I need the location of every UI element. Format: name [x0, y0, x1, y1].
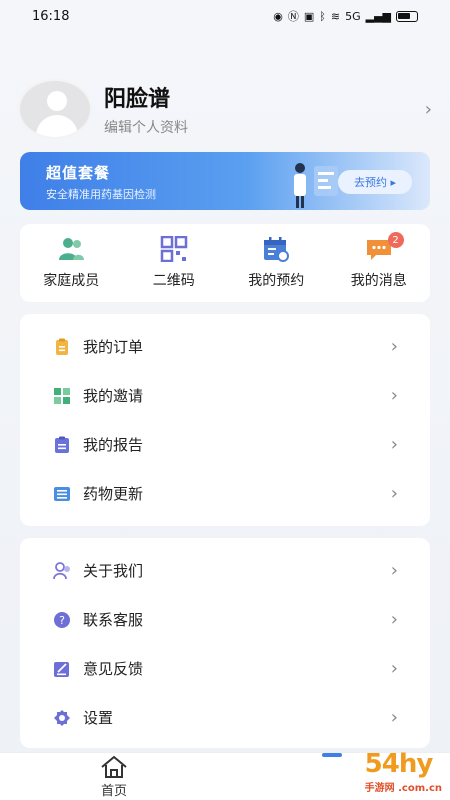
invite-icon: [54, 387, 70, 404]
network-type: 5G: [345, 9, 361, 23]
medicine-icon: [54, 486, 70, 501]
quick-actions: 家庭成员 二维码 我的预约 2 我的消息: [20, 224, 430, 302]
svg-text:?: ?: [59, 614, 65, 627]
menu-card-services: 我的订单 › 我的邀请 › 我的报告 › 药物更新 ›: [20, 314, 430, 526]
menu-item-settings[interactable]: 设置 ›: [20, 693, 430, 742]
profile-header[interactable]: 阳脸谱 编辑个人资料 ›: [18, 78, 432, 140]
menu-item-label: 我的订单: [83, 338, 144, 356]
watermark-text: 54hy: [364, 749, 434, 779]
settings-icon: [54, 709, 70, 726]
nfc-icon: Ⓝ: [287, 10, 299, 23]
chevron-right-icon: ›: [390, 483, 398, 504]
menu-item-feedback[interactable]: 意见反馈 ›: [20, 644, 430, 693]
chevron-right-icon: ›: [424, 98, 432, 120]
family-icon: [59, 238, 85, 260]
chevron-right-icon: ›: [390, 560, 398, 581]
avatar[interactable]: [18, 79, 92, 139]
edit-profile-link[interactable]: 编辑个人资料: [104, 117, 425, 137]
doctor-illustration-icon: [294, 163, 338, 208]
status-time: 16:18: [32, 8, 70, 24]
bluetooth-icon: ᛒ: [319, 9, 326, 23]
quick-label: 二维码: [152, 273, 195, 289]
menu-item-invitations[interactable]: 我的邀请 ›: [20, 371, 430, 420]
unread-badge: 2: [387, 232, 404, 248]
chevron-right-icon: ›: [390, 609, 398, 630]
menu-item-drug-updates[interactable]: 药物更新 ›: [20, 469, 430, 518]
order-icon: [56, 338, 68, 355]
qrcode-icon: [160, 236, 187, 262]
promo-banner[interactable]: 超值套餐 安全精准用药基因检测 去预约 ▸: [20, 152, 430, 210]
chevron-right-icon: ›: [390, 434, 398, 455]
service-icon: ?: [54, 611, 70, 628]
signal-icon: ▂▄▆: [365, 9, 391, 23]
nav-home-label: 首页: [100, 784, 127, 799]
battery-icon: [396, 10, 418, 22]
chevron-right-icon: ›: [390, 707, 398, 728]
nav-home[interactable]: 首页: [92, 755, 136, 799]
wifi-icon: ≋: [330, 9, 341, 23]
profile-name: 阳脸谱: [104, 87, 171, 112]
banner-title: 超值套餐: [46, 164, 111, 182]
about-icon: [53, 561, 70, 579]
quick-item-appointments[interactable]: 我的预约: [225, 224, 328, 302]
menu-item-label: 关于我们: [83, 562, 144, 580]
menu-item-about[interactable]: 关于我们 ›: [20, 546, 430, 595]
eye-icon: ◉: [273, 9, 283, 23]
chevron-right-icon: ›: [390, 385, 398, 406]
menu-item-label: 联系客服: [83, 611, 144, 629]
banner-subtitle: 安全精准用药基因检测: [46, 188, 156, 201]
vibrate-icon: ▣: [303, 9, 315, 23]
menu-item-reports[interactable]: 我的报告 ›: [20, 420, 430, 469]
menu-item-label: 意见反馈: [83, 660, 144, 678]
quick-label: 家庭成员: [43, 273, 100, 289]
quick-item-messages[interactable]: 2 我的消息: [328, 224, 431, 302]
watermark-sub: 手游网 .com.cn: [364, 783, 442, 794]
quick-label: 我的预约: [248, 273, 305, 289]
report-icon: [55, 436, 69, 453]
quick-item-family[interactable]: 家庭成员: [20, 224, 123, 302]
menu-card-support: 关于我们 › ? 联系客服 › 意见反馈 › 设置 ›: [20, 538, 430, 748]
nav-mine-indicator: [322, 753, 342, 757]
menu-item-label: 设置: [83, 709, 114, 727]
home-icon: [101, 755, 127, 778]
chevron-right-icon: ›: [390, 336, 398, 357]
menu-item-customer-service[interactable]: ? 联系客服 ›: [20, 595, 430, 644]
status-bar: 16:18 ◉ Ⓝ ▣ ᛒ ≋ 5G ▂▄▆: [0, 0, 450, 32]
quick-label: 我的消息: [350, 273, 407, 289]
chevron-right-icon: ›: [390, 658, 398, 679]
menu-item-label: 药物更新: [83, 485, 144, 503]
bottom-nav: 首页 54hy 手游网 .com.cn: [0, 749, 450, 800]
watermark-logo: 54hy 手游网 .com.cn: [365, 749, 442, 794]
quick-item-qrcode[interactable]: 二维码: [123, 224, 226, 302]
status-icons: ◉ Ⓝ ▣ ᛒ ≋ 5G ▂▄▆: [273, 8, 418, 24]
calendar-icon: [264, 237, 290, 262]
book-now-button[interactable]: 去预约 ▸: [338, 170, 412, 194]
feedback-icon: [54, 661, 69, 677]
menu-item-label: 我的邀请: [83, 387, 144, 405]
menu-item-label: 我的报告: [83, 436, 144, 454]
menu-item-orders[interactable]: 我的订单 ›: [20, 322, 430, 371]
